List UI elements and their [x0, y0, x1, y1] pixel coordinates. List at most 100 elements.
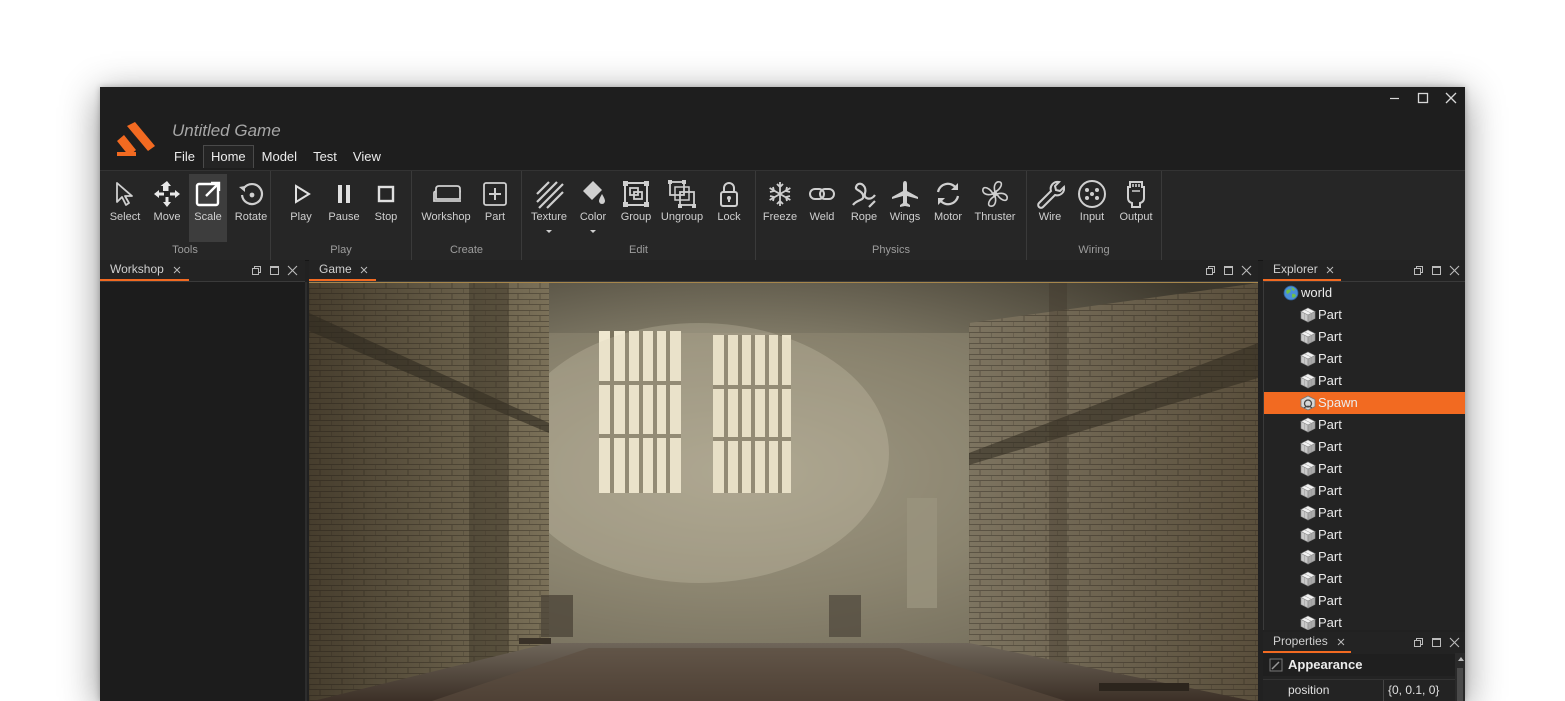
tree-item[interactable]: Part	[1263, 524, 1465, 546]
tree-item[interactable]: Part	[1263, 436, 1465, 458]
scale-button[interactable]: Scale	[189, 174, 227, 242]
float-panel-icon[interactable]	[251, 265, 262, 276]
maximize-panel-icon[interactable]	[1431, 265, 1442, 276]
maximize-panel-icon[interactable]	[1431, 637, 1442, 648]
close-panel-icon[interactable]	[1449, 265, 1460, 276]
tree-item[interactable]: Part	[1263, 568, 1465, 590]
edit-icon	[1269, 658, 1283, 672]
rope-button[interactable]: Rope	[844, 174, 884, 240]
menu-file[interactable]: File	[166, 145, 203, 168]
tree-item[interactable]: Part	[1263, 612, 1465, 630]
freeze-button[interactable]: Freeze	[760, 174, 800, 240]
motor-button[interactable]: Motor	[926, 174, 970, 240]
ungroup-button[interactable]: Ungroup	[657, 174, 707, 240]
play-button[interactable]: Play	[281, 174, 321, 240]
part-button[interactable]: Part	[478, 174, 512, 240]
output-button[interactable]: Output	[1115, 174, 1157, 240]
menu-view[interactable]: View	[345, 145, 389, 168]
maximize-panel-icon[interactable]	[269, 265, 280, 276]
minimize-button[interactable]	[1381, 87, 1409, 109]
input-button[interactable]: Input	[1071, 174, 1113, 240]
float-panel-icon[interactable]	[1205, 265, 1216, 276]
menu-model[interactable]: Model	[254, 145, 305, 168]
dropdown-caret-icon[interactable]	[546, 230, 552, 233]
tool-label: Freeze	[762, 211, 798, 223]
tree-item-label: Part	[1318, 307, 1342, 322]
tree-item[interactable]: Part	[1263, 546, 1465, 568]
stop-icon	[377, 185, 395, 203]
close-tab-icon[interactable]	[360, 266, 368, 274]
tree-item[interactable]: Part	[1263, 304, 1465, 326]
float-panel-icon[interactable]	[1413, 637, 1424, 648]
close-tab-icon[interactable]	[1337, 638, 1345, 646]
tab-workshop[interactable]: Workshop	[100, 260, 189, 281]
workshop-button[interactable]: Workshop	[417, 174, 475, 240]
cube-icon	[1300, 373, 1316, 389]
tab-explorer[interactable]: Explorer	[1263, 260, 1341, 281]
weld-button[interactable]: Weld	[802, 174, 842, 240]
app-header: Untitled Game File Home Model Test View	[100, 109, 1465, 171]
tree-item-label: Part	[1318, 351, 1342, 366]
lock-button[interactable]: Lock	[710, 174, 748, 240]
rope-icon	[852, 182, 876, 208]
cube-icon	[1300, 593, 1316, 609]
menu-test[interactable]: Test	[305, 145, 345, 168]
property-value[interactable]: {0, 0.1, 0}	[1388, 683, 1439, 697]
game-viewport[interactable]	[309, 282, 1258, 701]
tree-item[interactable]: Part	[1263, 348, 1465, 370]
cursor-icon	[116, 182, 133, 206]
close-tab-icon[interactable]	[173, 266, 181, 274]
move-button[interactable]: Move	[147, 174, 187, 240]
tree-item[interactable]: Part	[1263, 480, 1465, 502]
tree-item[interactable]: Part	[1263, 370, 1465, 392]
game-panel-header: Game	[309, 260, 1258, 282]
wire-button[interactable]: Wire	[1031, 174, 1069, 240]
float-panel-icon[interactable]	[1413, 265, 1424, 276]
dropdown-caret-icon[interactable]	[590, 230, 596, 233]
plus-box-icon	[483, 182, 507, 206]
tree-item[interactable]: Part	[1263, 502, 1465, 524]
cube-icon	[1300, 417, 1316, 433]
tree-item-label: Part	[1318, 373, 1342, 388]
play-icon	[295, 184, 311, 204]
link-icon	[809, 188, 835, 200]
tool-label: Play	[290, 211, 312, 223]
wrench-icon	[1037, 180, 1065, 209]
maximize-button[interactable]	[1409, 87, 1437, 109]
tree-item[interactable]: Part	[1263, 326, 1465, 348]
tree-item[interactable]: Part	[1263, 590, 1465, 612]
wings-button[interactable]: Wings	[884, 174, 926, 240]
tab-properties[interactable]: Properties	[1263, 632, 1351, 653]
minimize-icon	[1390, 97, 1399, 100]
properties-scrollbar[interactable]	[1455, 653, 1465, 701]
menu-home[interactable]: Home	[202, 145, 254, 168]
rotate-button[interactable]: Rotate	[230, 174, 272, 240]
tree-item-world[interactable]: world	[1263, 282, 1465, 304]
texture-button[interactable]: Texture	[527, 174, 571, 240]
color-button[interactable]: Color	[572, 174, 614, 240]
maximize-panel-icon[interactable]	[1223, 265, 1234, 276]
ribbon-group-create: Workshop Part Create	[412, 171, 522, 260]
tool-label: Weld	[809, 211, 835, 223]
tree-item[interactable]: Part	[1263, 414, 1465, 436]
select-button[interactable]: Select	[105, 174, 145, 240]
close-panel-icon[interactable]	[287, 265, 298, 276]
group-button[interactable]: Group	[616, 174, 656, 240]
snowflake-icon	[769, 182, 791, 206]
tool-label: Group	[620, 211, 652, 223]
pause-button[interactable]: Pause	[321, 174, 367, 240]
close-panel-icon[interactable]	[1241, 265, 1252, 276]
thruster-button[interactable]: Thruster	[970, 174, 1020, 240]
tree-item[interactable]: Part	[1263, 458, 1465, 480]
stop-button[interactable]: Stop	[367, 174, 405, 240]
tree-item[interactable]: Spawn	[1263, 392, 1465, 414]
cube-icon	[1300, 307, 1316, 323]
tab-game[interactable]: Game	[309, 260, 376, 281]
tree-item-label: Part	[1318, 461, 1342, 476]
close-panel-icon[interactable]	[1449, 637, 1460, 648]
tool-label: Texture	[530, 211, 568, 223]
close-tab-icon[interactable]	[1326, 266, 1334, 274]
property-section-header[interactable]: Appearance	[1263, 654, 1455, 676]
close-window-button[interactable]	[1437, 87, 1465, 109]
editor-window: Untitled Game File Home Model Test View Sele…	[100, 87, 1465, 701]
